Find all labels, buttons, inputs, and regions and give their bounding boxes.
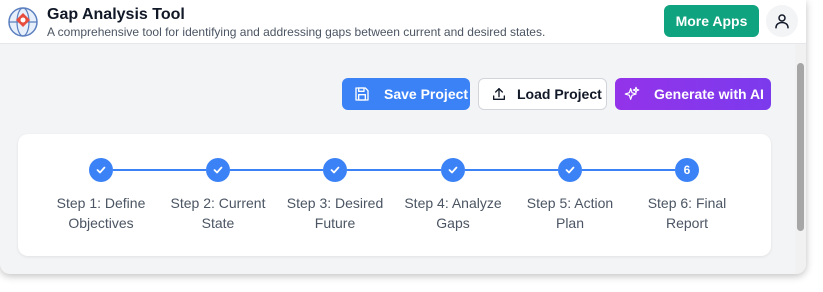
- upload-icon: [493, 88, 505, 100]
- check-icon: [448, 166, 458, 174]
- user-icon: [775, 14, 789, 29]
- step-5-indicator[interactable]: [558, 158, 582, 182]
- app-title: Gap Analysis Tool: [47, 6, 185, 23]
- app-subtitle: A comprehensive tool for identifying and…: [47, 25, 546, 39]
- step-1-indicator[interactable]: [89, 158, 113, 182]
- check-icon: [213, 166, 223, 174]
- step-connector: [230, 169, 323, 171]
- check-icon: [330, 166, 340, 174]
- step-4-label[interactable]: Step 4: Analyze Gaps: [398, 193, 508, 233]
- load-project-button[interactable]: Load Project: [478, 78, 607, 110]
- step-connector: [347, 169, 441, 171]
- step-3-label[interactable]: Step 3: Desired Future: [280, 193, 390, 233]
- generate-with-ai-button[interactable]: Generate with AI: [615, 78, 771, 110]
- app-window: Gap Analysis Tool A comprehensive tool f…: [0, 0, 806, 274]
- step-2-indicator[interactable]: [206, 158, 230, 182]
- scrollbar-thumb[interactable]: [797, 63, 804, 231]
- app-header: Gap Analysis Tool A comprehensive tool f…: [0, 0, 806, 44]
- step-6-label[interactable]: Step 6: Final Report: [632, 193, 742, 233]
- step-5-label[interactable]: Step 5: Action Plan: [515, 193, 625, 233]
- generate-with-ai-label: Generate with AI: [654, 86, 764, 102]
- save-project-button[interactable]: Save Project: [342, 78, 470, 110]
- step-number: 6: [683, 163, 691, 177]
- floppy-disk-icon: [355, 87, 369, 101]
- load-project-label: Load Project: [517, 86, 602, 102]
- check-icon: [565, 166, 575, 174]
- step-1-label[interactable]: Step 1: Define Objectives: [46, 193, 156, 233]
- check-icon: [96, 166, 106, 174]
- step-4-indicator[interactable]: [441, 158, 465, 182]
- user-menu-button[interactable]: [766, 5, 798, 37]
- sparkles-icon: [624, 86, 640, 100]
- step-3-indicator[interactable]: [323, 158, 347, 182]
- step-6-indicator[interactable]: 6: [675, 158, 699, 182]
- save-project-label: Save Project: [384, 86, 469, 102]
- step-connector: [582, 169, 675, 171]
- globe-logo-icon: [8, 7, 38, 37]
- step-2-label[interactable]: Step 2: Current State: [163, 193, 273, 233]
- step-connector: [113, 169, 206, 171]
- step-connector: [465, 169, 558, 171]
- more-apps-button[interactable]: More Apps: [664, 5, 759, 37]
